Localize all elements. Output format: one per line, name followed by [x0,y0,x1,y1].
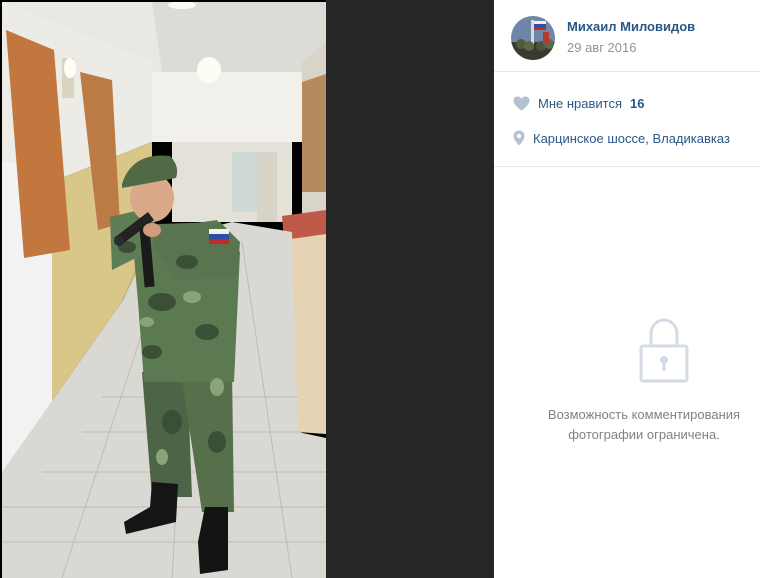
lock-icon [638,318,690,384]
info-panel: Михаил Миловидов 29 авг 2016 Мне нравитс… [494,0,760,578]
like-label: Мне нравится [538,95,623,111]
viewer-backdrop [326,0,494,578]
author-name-link[interactable]: Михаил Миловидов [567,19,695,34]
restricted-line-1: Возможность комментирования [547,407,741,422]
avatar[interactable] [511,16,555,60]
post-header: Михаил Миловидов 29 авг 2016 [494,0,760,72]
location-text: Карцинское шоссе, Владикавказ [533,130,730,146]
photo-viewer [0,0,494,578]
post-date[interactable]: 29 авг 2016 [567,40,636,55]
like-count: 16 [630,95,645,111]
comments-restricted-message: Возможность комментирования фотографии о… [514,405,760,445]
divider [494,166,760,167]
map-pin-icon [513,130,525,146]
restricted-line-2: фотографии ограничена. [568,427,720,442]
photo[interactable] [2,2,326,578]
like-button[interactable]: Мне нравится 16 [513,93,644,113]
heart-icon [513,96,530,111]
location-link[interactable]: Карцинское шоссе, Владикавказ [513,127,730,149]
